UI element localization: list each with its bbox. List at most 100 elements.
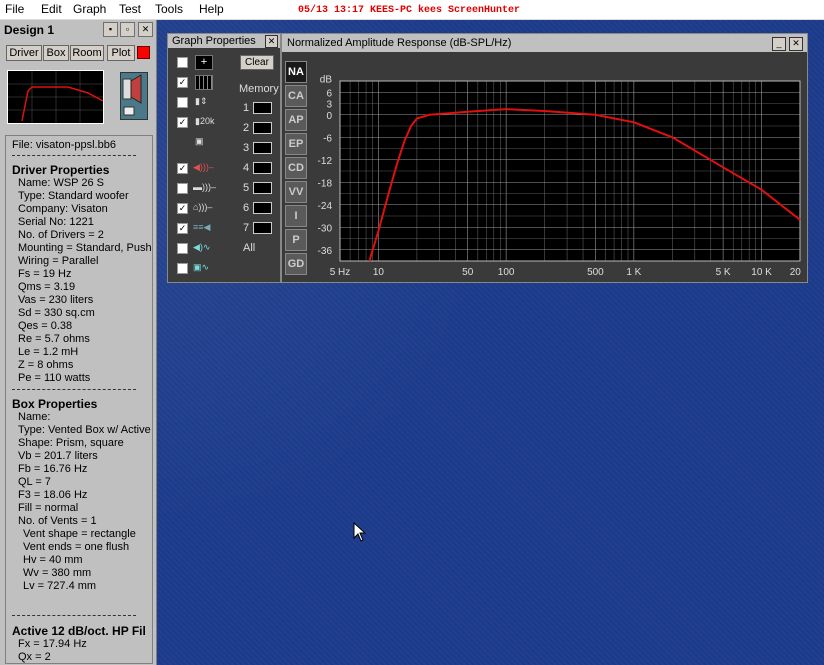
vent-prop: Lv = 727.4 mm xyxy=(23,580,97,592)
driver-prop: Name: WSP 26 S xyxy=(18,177,104,189)
close-icon[interactable]: ✕ xyxy=(265,35,278,48)
memory-slot[interactable] xyxy=(253,202,272,214)
y-tick-label: 3 xyxy=(326,100,332,111)
driver-prop: Mounting = Standard, Push-p xyxy=(18,242,153,254)
divider xyxy=(12,155,136,156)
close-icon[interactable]: ✕ xyxy=(138,22,153,37)
menu-test[interactable]: Test xyxy=(119,2,141,16)
memory-slot[interactable] xyxy=(253,142,272,154)
checkbox[interactable]: ✓ xyxy=(177,223,188,234)
design-title: Design 1 xyxy=(4,23,55,37)
y-tick-label: -12 xyxy=(318,156,333,167)
box-prop: F3 = 18.06 Hz xyxy=(18,489,88,501)
vent-prop: Wv = 380 mm xyxy=(23,567,92,579)
menu-bar: File Edit Graph Test Tools Help 05/13 13… xyxy=(0,0,824,20)
divider xyxy=(12,389,136,390)
memory-slot-label: 3 xyxy=(243,142,250,154)
vent-prop: Vent shape = rectangle xyxy=(23,528,136,540)
y-tick-label: -30 xyxy=(318,223,333,234)
scale-icon[interactable]: ▮⇕ xyxy=(195,95,217,107)
amplitude-chart[interactable]: dB 6 0 -6 -12 -18 -24 -30 -36 3 5 Hz 10 50 100 500 1 K 5… xyxy=(282,52,802,280)
minimize-icon[interactable]: _ xyxy=(772,37,786,51)
memory-label: Memory xyxy=(239,83,279,95)
memory-slot[interactable] xyxy=(253,122,272,134)
graph-properties-title: Graph Properties xyxy=(172,35,256,47)
response-thumbnail[interactable] xyxy=(7,70,104,124)
menu-tools[interactable]: Tools xyxy=(155,2,183,16)
checkbox[interactable] xyxy=(177,97,188,108)
filter-header: Active 12 dB/oct. HP Fil xyxy=(12,624,146,638)
measurement-icon[interactable]: ▣∿ xyxy=(193,261,215,273)
amplitude-response-title: Normalized Amplitude Response (dB-SPL/Hz… xyxy=(287,37,512,49)
combined-response-icon[interactable]: ◀)∿ xyxy=(193,241,215,253)
checkbox[interactable] xyxy=(177,243,188,254)
crosshair-icon[interactable]: + xyxy=(195,55,213,70)
cursor-box-icon[interactable]: ▣ xyxy=(195,135,217,147)
memory-slot[interactable] xyxy=(253,102,272,114)
range-20k-icon[interactable]: ▮20k xyxy=(195,115,217,127)
divider xyxy=(12,615,136,616)
box-prop: Name: xyxy=(18,411,51,423)
file-name: File: visaton-ppsl.bb6 xyxy=(12,139,116,151)
checkbox[interactable]: ✓ xyxy=(177,203,188,214)
memory-all-label[interactable]: All xyxy=(243,242,255,254)
tab-box[interactable]: Box xyxy=(43,45,69,61)
checkbox[interactable]: ✓ xyxy=(177,117,188,128)
graph-properties-titlebar[interactable]: Graph Properties ✕ xyxy=(168,34,280,48)
grid-icon[interactable] xyxy=(195,75,213,90)
y-tick-label: -36 xyxy=(318,246,333,257)
checkbox[interactable] xyxy=(177,57,188,68)
box-prop: Vb = 201.7 liters xyxy=(18,450,98,462)
memory-slot[interactable] xyxy=(253,162,272,174)
memory-slot-label: 2 xyxy=(243,122,250,134)
driver-response-icon[interactable]: ◀)))– xyxy=(193,161,215,173)
menu-help[interactable]: Help xyxy=(199,2,224,16)
memory-slot-label: 7 xyxy=(243,222,250,234)
save-icon[interactable]: ▪ xyxy=(103,22,118,37)
driver-prop: No. of Drivers = 2 xyxy=(18,229,104,241)
clear-button[interactable]: Clear xyxy=(240,55,274,70)
driver-prop: Z = 8 ohms xyxy=(18,359,74,371)
box-prop: Type: Vented Box w/ Active xyxy=(18,424,151,436)
driver-prop: Vas = 230 liters xyxy=(18,294,94,306)
box-prop: QL = 7 xyxy=(18,476,51,488)
menu-edit[interactable]: Edit xyxy=(41,2,62,16)
box-response-icon[interactable]: ▬)))– xyxy=(193,181,216,193)
memory-slot-label: 6 xyxy=(243,202,250,214)
box-prop: Shape: Prism, square xyxy=(18,437,124,449)
checkbox[interactable]: ✓ xyxy=(177,77,188,88)
x-tick-label: 20 K xyxy=(790,267,802,278)
tab-room[interactable]: Room xyxy=(70,45,104,61)
menu-graph[interactable]: Graph xyxy=(73,2,106,16)
tab-plot[interactable]: Plot xyxy=(107,45,135,61)
memory-slot-label: 1 xyxy=(243,102,250,114)
checkbox[interactable]: ✓ xyxy=(177,163,188,174)
checkbox[interactable] xyxy=(177,263,188,274)
y-tick-label: 6 xyxy=(326,88,332,99)
box-prop: Fill = normal xyxy=(18,502,79,514)
close-icon[interactable]: ✕ xyxy=(789,37,803,51)
x-tick-label: 100 xyxy=(498,267,515,278)
print-icon[interactable]: ▫ xyxy=(120,22,135,37)
color-indicator[interactable] xyxy=(137,46,150,59)
driver-prop: Fs = 19 Hz xyxy=(18,268,72,280)
screenhunter-stamp: 05/13 13:17 KEES-PC kees ScreenHunter xyxy=(298,5,521,16)
speaker-box-icon[interactable] xyxy=(120,72,148,120)
driver-prop: Pe = 110 watts xyxy=(18,372,91,384)
driver-prop: Company: Visaton xyxy=(18,203,108,215)
y-tick-label: -18 xyxy=(318,178,333,189)
memory-slot-label: 5 xyxy=(243,182,250,194)
memory-slot[interactable] xyxy=(253,182,272,194)
checkbox[interactable] xyxy=(177,183,188,194)
memory-slot[interactable] xyxy=(253,222,272,234)
tab-driver[interactable]: Driver xyxy=(6,45,42,61)
range-20k-label: 20k xyxy=(199,116,215,126)
vent-prop: Vent ends = one flush xyxy=(23,541,130,553)
amplitude-response-titlebar[interactable]: Normalized Amplitude Response (dB-SPL/Hz… xyxy=(282,34,807,52)
system-response-icon[interactable]: ≡≡◀ xyxy=(193,221,215,233)
x-tick-label: 1 K xyxy=(626,267,641,278)
filter-prop: Qx = 2 xyxy=(18,651,51,663)
menu-file[interactable]: File xyxy=(5,2,24,16)
room-response-icon[interactable]: ⌂)))– xyxy=(193,201,215,213)
x-tick-label: 10 K xyxy=(751,267,772,278)
